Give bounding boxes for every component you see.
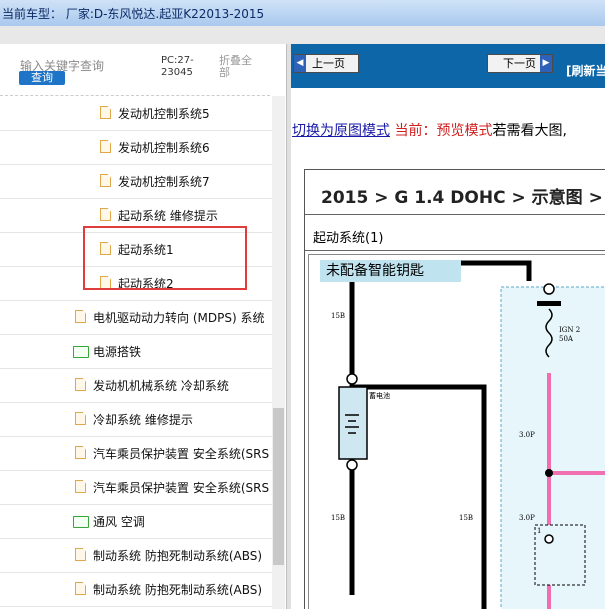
tree-item-abs-1[interactable]: 制动系统 防抱死制动系统(ABS)	[0, 538, 272, 573]
tree-item-srs-2[interactable]: 汽车乘员保护装置 安全系统(SRS	[0, 470, 272, 505]
fuse-name: IGN 2	[559, 326, 580, 334]
junction-dot	[545, 469, 553, 477]
title-bar: 当前车型： 厂家:D-东风悦达.起亚K22013-2015	[0, 0, 605, 27]
wire-label-15b-c: 15B	[459, 514, 473, 522]
prev-page-label: 上一页	[312, 57, 345, 70]
wire-label-15b-b: 15B	[331, 514, 345, 522]
current-label: 当前：	[394, 123, 437, 139]
tree-item-engine-ctrl-5[interactable]: 发动机控制系统5	[0, 96, 272, 131]
battery-terminal-top	[346, 373, 358, 385]
mode-line: 切换为原图模式 当前：预览模式若需看大图,	[292, 120, 567, 140]
tree-item-label: 起动系统 维修提示	[118, 209, 218, 223]
tree-item-engine-ctrl-7[interactable]: 发动机控制系统7	[0, 164, 272, 199]
arrow-left-icon: ◀	[294, 55, 306, 72]
document-icon	[75, 548, 86, 561]
lower-connector	[534, 524, 586, 586]
connector-node	[543, 283, 555, 295]
tree-item-label: 通风 空调	[93, 515, 145, 529]
tree-item-engine-cooling[interactable]: 发动机机械系统 冷却系统	[0, 368, 272, 403]
tree-item-label: 发动机机械系统 冷却系统	[93, 379, 229, 393]
fuse-top-bar	[537, 301, 561, 306]
tree-item-label: 发动机控制系统7	[118, 175, 210, 189]
lower-connector-node	[544, 534, 554, 544]
tree-item-label: 汽车乘员保护装置 安全系统(SRS	[93, 481, 270, 495]
section-divider	[305, 250, 605, 251]
tree-item-start-1[interactable]: 起动系统1	[0, 232, 272, 267]
left-panel: 输入关键字查询 查询 PC:27-23045 折叠全部 发动机控制系统5 发动机…	[0, 44, 286, 609]
tree-item-label: 汽车乘员保护装置 安全系统(SRS	[93, 447, 270, 461]
wiring-diagram: 15B 蓄电池 15B 15B IGN 2 50A 3.0P 3.0P 1	[331, 260, 605, 609]
query-button[interactable]: 查询	[19, 71, 65, 85]
document-icon	[100, 276, 111, 289]
document-icon	[100, 174, 111, 187]
tree-item-label: 起动系统1	[118, 243, 174, 257]
arrow-right-icon: ▶	[540, 55, 552, 72]
next-page-label: 下一页	[503, 57, 536, 70]
tree-item-hvac[interactable]: 通风 空调	[0, 504, 272, 539]
tree-item-engine-ctrl-6[interactable]: 发动机控制系统6	[0, 130, 272, 165]
battery-label: 蓄电池	[369, 391, 390, 400]
document-icon	[100, 242, 111, 255]
battery-symbol	[338, 386, 368, 460]
document-icon	[75, 310, 86, 323]
document-divider	[305, 214, 605, 215]
switch-original-mode-link[interactable]: 切换为原图模式	[292, 123, 390, 139]
prev-page-button[interactable]: ◀ 上一页	[293, 54, 359, 73]
tree-item-abs-2[interactable]: 制动系统 防抱死制动系统(ABS)	[0, 572, 272, 607]
next-page-button[interactable]: 下一页 ▶	[487, 54, 553, 73]
refresh-link[interactable]: [刷新当	[566, 62, 605, 79]
document-icon	[75, 582, 86, 595]
section-title: 起动系统(1)	[313, 231, 384, 246]
viewer-panel: ◀ 上一页 下一页 ▶ [刷新当 切换为原图模式 当前：预览模式若需看大图, 201…	[291, 44, 605, 609]
document-icon	[75, 480, 86, 493]
document-icon	[100, 140, 111, 153]
fold-all-link[interactable]: 折叠全部	[219, 55, 259, 79]
diagram-frame: 15B 蓄电池 15B 15B IGN 2 50A 3.0P 3.0P 1 未配…	[308, 254, 605, 609]
tree-item-start-tips[interactable]: 起动系统 维修提示	[0, 198, 272, 233]
zoom-hint: 若需看大图,	[492, 123, 567, 139]
fuse-rating: 50A	[559, 335, 574, 343]
wire-label-15b-a: 15B	[331, 312, 345, 320]
folder-icon	[73, 516, 89, 528]
tree-item-label: 制动系统 防抱死制动系统(ABS)	[93, 549, 263, 563]
tree-item-srs-1[interactable]: 汽车乘员保护装置 安全系统(SRS	[0, 436, 272, 471]
wiring-document: 2015 > G 1.4 DOHC > 示意图 > 起动系统(1) 15B 蓄电…	[304, 169, 605, 609]
tree-item-label: 电源搭铁	[93, 345, 142, 359]
pc-code: PC:27-23045	[161, 55, 194, 78]
toolbar-gap	[0, 26, 605, 44]
tree-item-label: 电机驱动动力转向 (MDPS) 系统	[93, 311, 265, 325]
tree-item-mdps[interactable]: 电机驱动动力转向 (MDPS) 系统	[0, 300, 272, 335]
smart-key-label: 未配备智能钥匙	[320, 260, 461, 282]
wire-label-30p-b: 3.0P	[519, 514, 535, 522]
tree-item-power-ground[interactable]: 电源搭铁	[0, 334, 272, 369]
pin-label-1: 1	[537, 527, 541, 535]
viewer-nav-bar: ◀ 上一页 下一页 ▶ [刷新当	[291, 44, 605, 88]
wire-label-30p-a: 3.0P	[519, 431, 535, 439]
tree-item-label: 制动系统 防抱死制动系统(ABS)	[93, 583, 263, 597]
tree-item-cooling-tips[interactable]: 冷却系统 维修提示	[0, 402, 272, 437]
document-icon	[100, 208, 111, 221]
current-mode: 预览模式	[436, 123, 493, 139]
wire-black-mid	[349, 384, 487, 609]
document-icon	[75, 446, 86, 459]
tree-item-label: 起动系统2	[118, 277, 174, 291]
tree-scrollbar-thumb[interactable]	[273, 408, 284, 565]
tree-item-start-2[interactable]: 起动系统2	[0, 266, 272, 301]
window-title: 当前车型： 厂家:D-东风悦达.起亚K22013-2015	[2, 7, 265, 21]
tree-list: 发动机控制系统5 发动机控制系统6 发动机控制系统7 起动系统 维修提示 起动系…	[0, 96, 272, 609]
tree-item-label: 冷却系统 维修提示	[93, 413, 193, 427]
battery-terminal-bottom	[346, 459, 358, 471]
tree-item-label: 发动机控制系统5	[118, 107, 210, 121]
document-icon	[75, 412, 86, 425]
document-icon	[75, 378, 86, 391]
tree-item-label: 发动机控制系统6	[118, 141, 210, 155]
folder-icon	[73, 346, 89, 358]
document-icon	[100, 106, 111, 119]
document-breadcrumb: 2015 > G 1.4 DOHC > 示意图 >	[321, 188, 603, 208]
search-bar: 输入关键字查询 查询 PC:27-23045 折叠全部	[0, 44, 286, 96]
